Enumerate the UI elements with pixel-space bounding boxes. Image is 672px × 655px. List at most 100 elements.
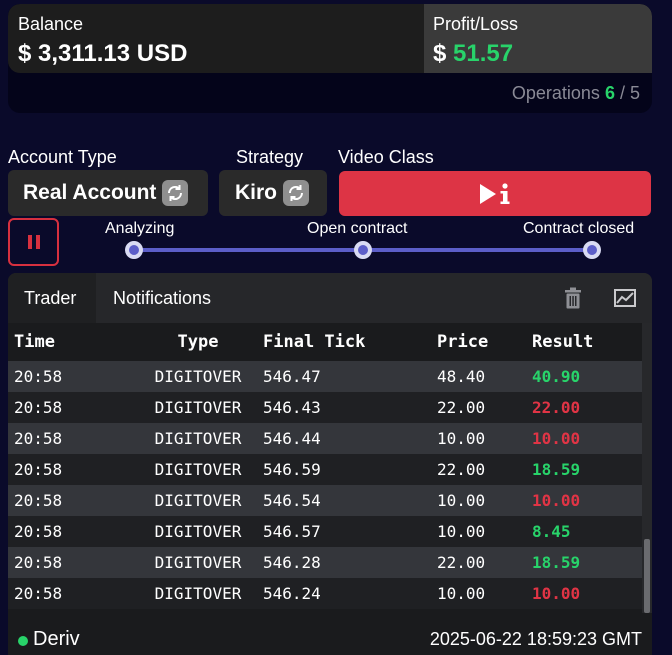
cell-type: DIGITOVER xyxy=(154,398,242,417)
table-row: 20:58 DIGITOVER 546.57 10.00 8.45 xyxy=(8,516,642,547)
broker-name: Deriv xyxy=(33,628,80,650)
profit-loss-value: $ 51.57 xyxy=(433,40,513,68)
strategy-label: Strategy xyxy=(236,147,304,167)
tab-trader[interactable]: Trader xyxy=(24,288,76,309)
table-row: 20:58 DIGITOVER 546.43 22.00 22.00 xyxy=(8,392,642,423)
profit-loss-label: Profit/Loss xyxy=(433,14,519,34)
column-header-type: Type xyxy=(177,332,219,352)
tab-bar: Trader Notifications xyxy=(8,273,652,323)
progress-dot-contract-closed xyxy=(583,241,601,259)
pause-icon-bar xyxy=(35,235,40,249)
table-row: 20:58 DIGITOVER 546.47 48.40 40.90 xyxy=(8,361,642,392)
cell-time: 20:58 xyxy=(14,491,63,510)
column-header-result: Result xyxy=(532,332,594,352)
cell-price: 10.00 xyxy=(437,491,486,510)
cell-type: DIGITOVER xyxy=(154,367,242,386)
operations-counter: Operations 6 / 5 xyxy=(512,83,640,104)
table-row: 20:58 DIGITOVER 546.54 10.00 10.00 xyxy=(8,485,642,516)
cell-time: 20:58 xyxy=(14,367,63,386)
operations-label: Operations xyxy=(511,83,600,103)
account-type-button[interactable]: Real Account xyxy=(8,170,208,216)
cell-time: 20:58 xyxy=(14,460,63,479)
cell-result: 10.00 xyxy=(532,491,581,510)
table-row: 20:58 DIGITOVER 546.59 22.00 18.59 xyxy=(8,454,642,485)
cell-final-tick: 546.43 xyxy=(263,398,321,417)
profit-loss-card: Profit/Loss $ 51.57 xyxy=(424,4,652,73)
cell-result: 22.00 xyxy=(532,398,581,417)
cell-price: 22.00 xyxy=(437,398,486,417)
tab-notifications[interactable]: Notifications xyxy=(113,288,211,309)
operations-total: 5 xyxy=(629,83,640,103)
cell-final-tick: 546.54 xyxy=(263,491,321,510)
cell-time: 20:58 xyxy=(14,398,63,417)
refresh-icon[interactable] xyxy=(162,180,189,206)
cell-final-tick: 546.47 xyxy=(263,367,321,386)
strategy-button[interactable]: Kiro xyxy=(219,170,327,216)
cell-final-tick: 546.24 xyxy=(263,584,321,603)
balance-label: Balance xyxy=(18,14,84,34)
profit-loss-amount: 51.57 xyxy=(453,40,514,67)
cell-result: 18.59 xyxy=(532,460,581,479)
balance-value: $ 3,311.13 USD xyxy=(18,40,188,67)
cell-type: DIGITOVER xyxy=(154,429,242,448)
cell-price: 22.00 xyxy=(437,553,486,572)
connection-status-dot xyxy=(18,636,28,646)
account-summary: Balance $ 3,311.13 USD Profit/Loss $ 51.… xyxy=(8,4,652,113)
cell-final-tick: 546.59 xyxy=(263,460,321,479)
cell-price: 22.00 xyxy=(437,460,486,479)
column-header-final-tick: Final Tick xyxy=(263,332,366,352)
account-type-value: Real Account xyxy=(23,181,157,204)
video-class-button[interactable] xyxy=(339,171,651,216)
cell-type: DIGITOVER xyxy=(154,460,242,479)
operations-separator: / xyxy=(614,83,630,103)
cell-price: 10.00 xyxy=(437,584,486,603)
pause-icon xyxy=(27,235,32,249)
step-analyzing: Analyzing xyxy=(105,220,175,237)
account-type-label: Account Type xyxy=(8,147,117,167)
table-header-row: Time Type Final Tick Price Result xyxy=(8,323,642,361)
cell-result: 8.45 xyxy=(532,522,571,541)
cell-final-tick: 546.28 xyxy=(263,553,321,572)
cell-price: 10.00 xyxy=(437,429,486,448)
step-open-contract: Open contract xyxy=(307,220,408,237)
video-class-label: Video Class xyxy=(338,147,434,167)
cell-price: 10.00 xyxy=(437,522,486,541)
cell-type: DIGITOVER xyxy=(154,522,242,541)
cell-result: 18.59 xyxy=(532,553,581,572)
chart-icon[interactable] xyxy=(614,288,636,308)
cell-final-tick: 546.57 xyxy=(263,522,321,541)
trash-icon[interactable] xyxy=(564,287,582,309)
table-row: 20:58 DIGITOVER 546.24 10.00 10.00 xyxy=(8,578,642,609)
cell-result: 40.90 xyxy=(532,367,581,386)
trades-table-body: 20:58 DIGITOVER 546.47 48.40 40.90 20:58 DIGIT… xyxy=(8,361,642,609)
progress-dot-open-contract xyxy=(354,241,372,259)
cell-time: 20:58 xyxy=(14,553,63,572)
trades-table-container[interactable]: Time Type Final Tick Price Result 20:58 D… xyxy=(8,323,642,613)
cell-result: 10.00 xyxy=(532,429,581,448)
scrollbar[interactable] xyxy=(642,323,652,613)
trades-table: Time Type Final Tick Price Result 20:58 D… xyxy=(8,323,642,609)
column-header-price: Price xyxy=(437,332,489,352)
play-info-icon xyxy=(480,182,510,204)
cell-time: 20:58 xyxy=(14,584,63,603)
trades-panel: Trader Notifications Time Type Final Tic… xyxy=(8,273,652,655)
cell-time: 20:58 xyxy=(14,522,63,541)
profit-loss-currency: $ xyxy=(433,40,447,67)
refresh-icon[interactable] xyxy=(283,180,309,206)
operations-done: 6 xyxy=(604,83,615,103)
balance-card: Balance $ 3,311.13 USD xyxy=(8,4,424,73)
cell-result: 10.00 xyxy=(532,584,581,603)
step-contract-closed: Contract closed xyxy=(523,220,635,237)
table-row: 20:58 DIGITOVER 546.28 22.00 18.59 xyxy=(8,547,642,578)
cell-time: 20:58 xyxy=(14,429,63,448)
cell-type: DIGITOVER xyxy=(154,584,242,603)
column-header-time: Time xyxy=(14,332,55,352)
progress-dot-analyzing xyxy=(125,241,143,259)
server-timestamp: 2025-06-22 18:59:23 GMT xyxy=(429,629,642,649)
pause-button[interactable] xyxy=(8,218,59,266)
cell-type: DIGITOVER xyxy=(154,553,242,572)
cell-type: DIGITOVER xyxy=(154,491,242,510)
scrollbar-thumb[interactable] xyxy=(644,539,650,613)
app-root: Balance $ 3,311.13 USD Profit/Loss $ 51.… xyxy=(0,0,672,655)
strategy-value: Kiro xyxy=(235,181,277,204)
